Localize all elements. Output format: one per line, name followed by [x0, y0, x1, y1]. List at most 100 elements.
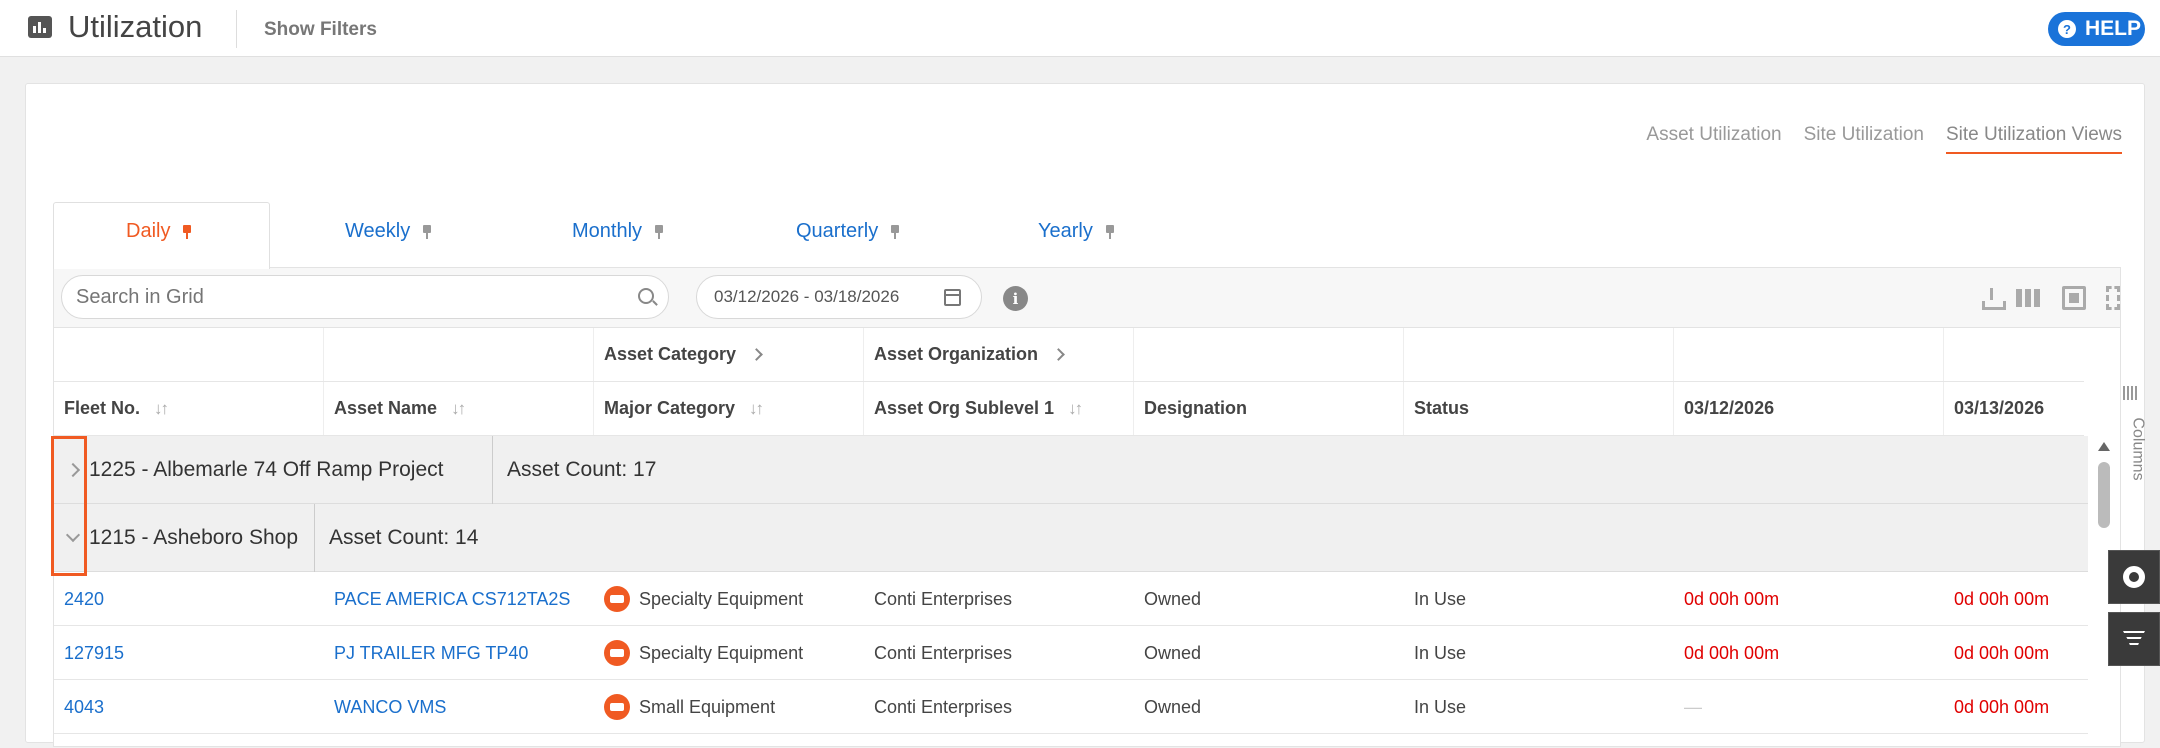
collapse-toggle[interactable] [58, 504, 88, 572]
help-button[interactable]: ? HELP [2048, 12, 2145, 46]
columns-icon[interactable] [2016, 289, 2040, 307]
small-equipment-icon [604, 694, 630, 720]
column-label: Asset Org Sublevel 1 [874, 398, 1055, 418]
date-range-picker[interactable]: 03/12/2026 - 03/18/2026 [696, 275, 982, 319]
group-count: Asset Count: 14 [314, 504, 478, 572]
tab-label: Weekly [345, 220, 411, 242]
view-links: Asset Utilization Site Utilization Site … [1646, 124, 2122, 154]
fullscreen-icon[interactable] [2106, 286, 2120, 310]
col-major-category[interactable]: Major Category ↓↑ [594, 382, 864, 435]
fit-screen-icon[interactable] [2062, 286, 2086, 310]
asset-org: Conti Enterprises [874, 696, 1013, 717]
filter-button[interactable] [2108, 612, 2160, 666]
scroll-thumb[interactable] [2098, 462, 2110, 528]
gear-icon [2120, 566, 2148, 588]
fleet-no-link[interactable]: 4043 [54, 680, 104, 734]
col-designation[interactable]: Designation [1134, 382, 1404, 435]
status: In Use [1414, 642, 1467, 663]
help-label: HELP [2085, 17, 2142, 40]
col-status[interactable]: Status [1404, 382, 1674, 435]
asset-organization-group[interactable]: Asset Organization [864, 328, 1134, 381]
col-fleet-no[interactable]: Fleet No. ↓↑ [54, 382, 324, 435]
link-asset-utilization[interactable]: Asset Utilization [1646, 124, 1781, 154]
group-header-label: Asset Organization [874, 344, 1039, 364]
asset-category-group[interactable]: Asset Category [594, 328, 864, 381]
main-card: Asset Utilization Site Utilization Site … [25, 83, 2147, 747]
category-label: Small Equipment [639, 696, 776, 717]
search-icon[interactable] [638, 288, 654, 304]
link-site-utilization-views[interactable]: Site Utilization Views [1945, 124, 2122, 154]
fleet-no-link[interactable]: 127915 [54, 626, 124, 680]
date-1-value: 0d 00h 00m [1684, 588, 1780, 609]
pin-icon[interactable] [890, 224, 900, 239]
col-asset-name[interactable]: Asset Name ↓↑ [324, 382, 594, 435]
page-title: Utilization [68, 9, 203, 44]
asset-name-link[interactable]: PACE AMERICA CS712TA2S [324, 572, 570, 626]
tab-label: Daily [126, 220, 171, 242]
sort-icon[interactable]: ↓↑ [154, 399, 169, 419]
tab-yearly[interactable]: Yearly [1038, 220, 1115, 243]
empty-header [324, 328, 594, 381]
pin-icon[interactable] [182, 224, 192, 239]
tab-monthly[interactable]: Monthly [572, 220, 664, 243]
status: In Use [1414, 696, 1467, 717]
group-header-label: Asset Category [604, 344, 737, 364]
expand-toggle[interactable] [58, 436, 88, 504]
group-title: 1225 - Albemarle 74 Off Ramp Project [89, 458, 444, 481]
pin-icon[interactable] [654, 224, 664, 239]
table-row[interactable]: 127915 PJ TRAILER MFG TP40 Specialty Equ… [54, 626, 2088, 680]
trailer-icon [604, 640, 630, 666]
chevron-right-icon[interactable] [750, 348, 763, 361]
col-date-1[interactable]: 03/12/2026 [1674, 382, 1944, 435]
tab-quarterly[interactable]: Quarterly [796, 220, 900, 243]
column-group-header: Asset Category Asset Organization [54, 328, 2084, 382]
date-1-value: 0d 00h 00m [1684, 642, 1780, 663]
chevron-right-icon[interactable] [1052, 348, 1065, 361]
asset-org: Conti Enterprises [874, 642, 1013, 663]
download-icon[interactable] [1980, 286, 2006, 310]
tab-daily[interactable]: Daily [126, 220, 192, 243]
search-input[interactable] [61, 275, 669, 319]
table-row[interactable]: 2420 PACE AMERICA CS712TA2S Specialty Eq… [54, 572, 2088, 626]
status: In Use [1414, 588, 1467, 609]
asset-name-link[interactable]: WANCO VMS [324, 680, 446, 734]
settings-button[interactable] [2108, 550, 2160, 604]
column-label: Fleet No. [64, 398, 141, 418]
column-label: Major Category [604, 398, 736, 418]
category-label: Specialty Equipment [639, 588, 804, 609]
show-filters-button[interactable]: Show Filters [264, 19, 377, 41]
filter-icon [2123, 631, 2145, 647]
tab-weekly[interactable]: Weekly [345, 220, 432, 243]
scroll-up-icon[interactable] [2098, 442, 2110, 451]
asset-name-link[interactable]: PJ TRAILER MFG TP40 [324, 626, 528, 680]
empty-header [54, 328, 324, 381]
pin-icon[interactable] [422, 224, 432, 239]
col-date-2[interactable]: 03/13/2026 [1944, 382, 2084, 435]
link-site-utilization[interactable]: Site Utilization [1804, 124, 1924, 154]
date-2-value: 0d 00h 00m [1954, 588, 2050, 609]
group-row: 1225 - Albemarle 74 Off Ramp Project Ass… [54, 436, 2088, 504]
group-title: 1215 - Asheboro Shop [89, 526, 298, 549]
fleet-no-link[interactable]: 2420 [54, 572, 104, 626]
designation: Owned [1144, 696, 1202, 717]
col-asset-org-sublevel[interactable]: Asset Org Sublevel 1 ↓↑ [864, 382, 1134, 435]
pin-icon[interactable] [1105, 224, 1115, 239]
date-range-value: 03/12/2026 - 03/18/2026 [714, 287, 900, 306]
column-header-row: Fleet No. ↓↑ Asset Name ↓↑ Major Category ↓… [54, 382, 2084, 436]
sort-icon[interactable]: ↓↑ [451, 399, 466, 419]
sort-icon[interactable]: ↓↑ [1068, 399, 1083, 419]
calendar-icon[interactable] [944, 289, 961, 306]
table-row[interactable]: 4043 WANCO VMS Small Equipment Conti Ent… [54, 680, 2088, 734]
chevron-right-icon [65, 462, 81, 478]
question-icon: ? [2058, 20, 2076, 38]
columns-panel-toggle[interactable]: Columns [2116, 376, 2147, 506]
sort-icon[interactable]: ↓↑ [749, 399, 764, 419]
info-icon[interactable]: i [1003, 286, 1028, 311]
date-1-value: — [1684, 696, 1702, 717]
empty-header [1404, 328, 1674, 381]
asset-org: Conti Enterprises [874, 588, 1013, 609]
group-row: 1215 - Asheboro Shop Asset Count: 14 [54, 504, 2088, 572]
tab-label: Monthly [572, 220, 643, 242]
columns-label: Columns [2129, 417, 2147, 481]
chart-icon [28, 16, 52, 38]
